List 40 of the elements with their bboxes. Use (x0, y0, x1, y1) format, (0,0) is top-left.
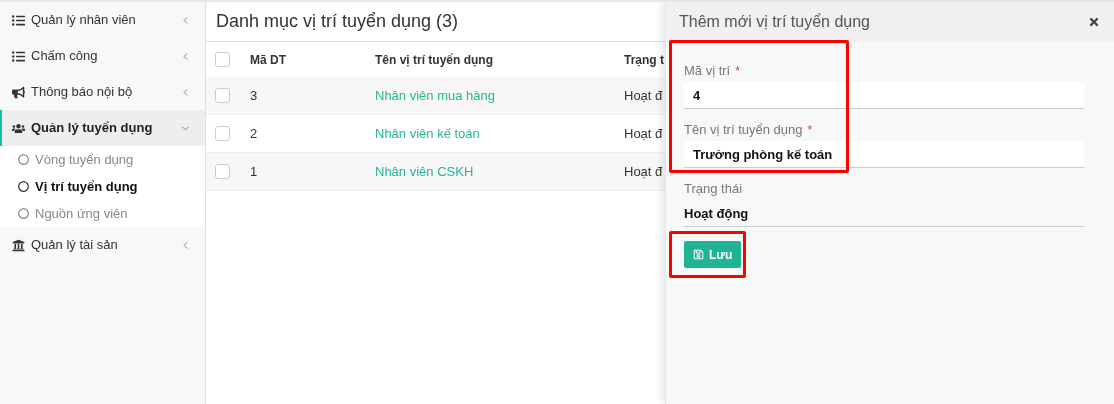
table-cell: 2 (250, 125, 258, 141)
panel-title: Thêm mới vị trí tuyển dụng (679, 12, 870, 32)
checkbox[interactable] (215, 164, 230, 179)
nav-item[interactable]: Chấm công (0, 38, 205, 74)
input-field[interactable]: 4 (684, 82, 1084, 109)
nav-item[interactable]: Quản lý nhân viên (0, 2, 205, 38)
bank-icon (12, 238, 25, 252)
table-cell: Hoạt đ (624, 87, 663, 103)
list-icon (12, 49, 25, 63)
nav-item[interactable]: Thông báo nội bộ (0, 74, 205, 110)
nav-subitem[interactable]: Vòng tuyển dụng (0, 146, 205, 173)
users-icon (12, 121, 25, 135)
table-cell: Hoạt đ (624, 125, 663, 141)
column-header: Trạng t (624, 52, 664, 67)
checkbox[interactable] (215, 126, 230, 141)
nav-subitem[interactable]: Nguồn ứng viên (0, 200, 205, 227)
required-mark: * (735, 63, 740, 80)
nav-item[interactable]: Quản lý tài sản (0, 227, 205, 263)
field-label: Mã vị trí (684, 62, 731, 81)
page-title: Danh mục vị trí tuyển dụng (3) (216, 10, 459, 33)
input-field[interactable]: Trưởng phòng kế toán (684, 141, 1084, 168)
table-cell: 3 (250, 87, 258, 103)
field-label: Trạng thái (684, 180, 743, 199)
table-cell: Hoạt đ (624, 163, 663, 179)
checkbox[interactable] (215, 88, 230, 103)
input-field[interactable]: Hoạt động (684, 200, 1084, 227)
nav-subitem[interactable]: Vị trí tuyển dụng (0, 173, 205, 200)
field-label: Tên vị trí tuyển dụng (684, 121, 803, 140)
nav-item[interactable]: Quản lý tuyển dụng (0, 110, 205, 146)
close-icon[interactable] (1088, 16, 1100, 28)
column-header: Mã DT (250, 52, 286, 67)
required-mark: * (807, 122, 813, 139)
megaphone-icon (12, 85, 25, 99)
checkbox[interactable] (215, 52, 230, 67)
column-header: Tên vị trí tuyển dụng (375, 52, 493, 67)
table-cell: 1 (250, 163, 258, 179)
save-icon (693, 249, 704, 260)
table-row[interactable]: 3 Nhân viên mua hàng Hoạt đ (206, 77, 665, 115)
list-icon (12, 13, 25, 27)
table-row[interactable]: 1 Nhân viên CSKH Hoạt đ (206, 153, 665, 191)
